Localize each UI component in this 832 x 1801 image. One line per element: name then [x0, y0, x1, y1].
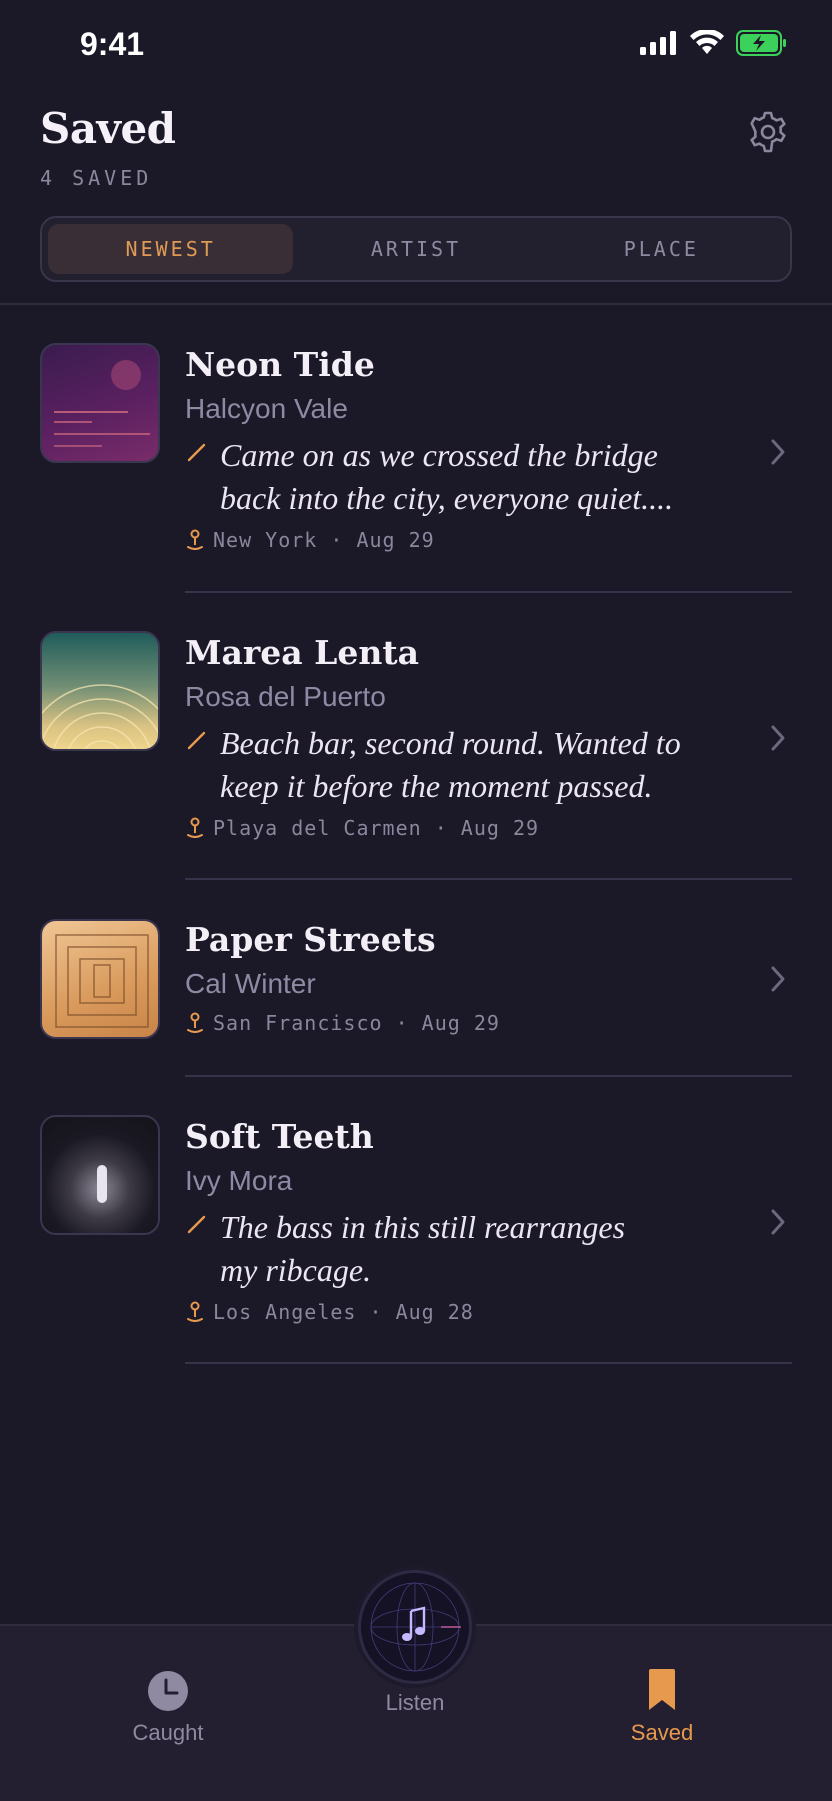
tab-listen-label: Listen — [385, 1690, 445, 1715]
list-item[interactable]: Marea Lenta Rosa del Puerto Beach bar, s… — [0, 593, 832, 883]
sort-artist-tab[interactable]: ARTIST — [293, 224, 538, 274]
bookmark-icon — [649, 1669, 675, 1710]
status-bar: 9:41 — [0, 0, 832, 92]
sort-segmented-control: NEWEST ARTIST PLACE — [40, 216, 792, 282]
sunset-art-graphic — [54, 360, 150, 447]
listen-waveform-icon — [370, 1582, 461, 1672]
row-divider — [185, 1362, 792, 1364]
list-item[interactable]: Soft Teeth Ivy Mora The bass in this sti… — [0, 1077, 832, 1367]
chevron-right-icon — [771, 1209, 785, 1235]
chevron-right-icon — [771, 439, 785, 465]
battery-charging-icon — [736, 30, 786, 56]
album-artwork — [40, 631, 160, 751]
location-pin-icon — [187, 529, 203, 550]
song-title: Paper Streets — [185, 920, 436, 959]
status-icons — [640, 30, 788, 56]
list-item[interactable]: Neon Tide Halcyon Vale Came on as we cro… — [0, 305, 832, 595]
location-pin-icon — [187, 817, 203, 838]
location-date: San Francisco · Aug 29 — [213, 1011, 500, 1035]
song-title: Marea Lenta — [185, 633, 419, 672]
note-line: Beach bar, second round. Wanted to — [220, 725, 681, 761]
listen-button[interactable] — [358, 1570, 472, 1684]
note-line: The bass in this still rearranges — [220, 1209, 626, 1245]
settings-button[interactable] — [744, 108, 792, 156]
wifi-icon — [690, 30, 724, 54]
clock-icon — [148, 1671, 188, 1711]
location-date: Los Angeles · Aug 28 — [213, 1300, 474, 1324]
song-title: Neon Tide — [185, 345, 375, 384]
arcs-art-graphic — [42, 684, 158, 749]
song-artist: Halcyon Vale — [185, 393, 348, 424]
location-pin-icon — [187, 1301, 203, 1322]
pencil-icon — [187, 731, 206, 750]
note-text: Came on as we crossed the bridge back in… — [220, 434, 720, 520]
location-pin-icon — [187, 1012, 203, 1033]
sort-place-tab[interactable]: PLACE — [539, 224, 784, 274]
note-line: Came on as we crossed the bridge — [220, 437, 658, 473]
gear-icon — [750, 111, 786, 153]
song-artist: Cal Winter — [185, 968, 316, 999]
squares-art-graphic — [55, 934, 149, 1028]
tab-saved[interactable]: Saved — [562, 1626, 762, 1746]
signal-icon — [640, 31, 676, 55]
location-row: New York · Aug 29 — [185, 528, 435, 552]
album-artwork — [40, 343, 160, 463]
pencil-icon — [187, 443, 206, 462]
list-item[interactable]: Paper Streets Cal Winter San Francisco ·… — [0, 880, 832, 1080]
chevron-right-icon — [771, 966, 785, 992]
album-artwork — [40, 919, 160, 1039]
note-text: The bass in this still rearranges my rib… — [220, 1206, 720, 1292]
location-date: Playa del Carmen · Aug 29 — [213, 816, 540, 840]
tab-caught-label: Caught — [132, 1720, 204, 1745]
location-row: Playa del Carmen · Aug 29 — [185, 816, 539, 840]
tab-caught[interactable]: Caught — [68, 1626, 268, 1746]
tab-saved-label: Saved — [630, 1720, 694, 1745]
note-line: my ribcage. — [220, 1252, 372, 1288]
sort-newest-tab[interactable]: NEWEST — [48, 224, 294, 274]
song-title: Soft Teeth — [185, 1117, 374, 1156]
location-row: Los Angeles · Aug 28 — [185, 1300, 474, 1324]
status-time: 9:41 — [80, 26, 145, 62]
saved-count: 4 SAVED — [40, 166, 153, 190]
glow-art-graphic — [97, 1165, 107, 1203]
location-date: New York · Aug 29 — [213, 528, 435, 552]
note-text: Beach bar, second round. Wanted to keep … — [220, 722, 720, 808]
song-artist: Ivy Mora — [185, 1165, 293, 1196]
note-line: back into the city, everyone quiet.... — [220, 480, 674, 516]
note-line: keep it before the moment passed. — [220, 768, 653, 804]
album-artwork — [40, 1115, 160, 1235]
page-title: Saved — [40, 104, 176, 153]
pencil-icon — [187, 1215, 206, 1234]
location-row: San Francisco · Aug 29 — [185, 1011, 500, 1035]
chevron-right-icon — [771, 725, 785, 751]
song-artist: Rosa del Puerto — [185, 681, 386, 712]
